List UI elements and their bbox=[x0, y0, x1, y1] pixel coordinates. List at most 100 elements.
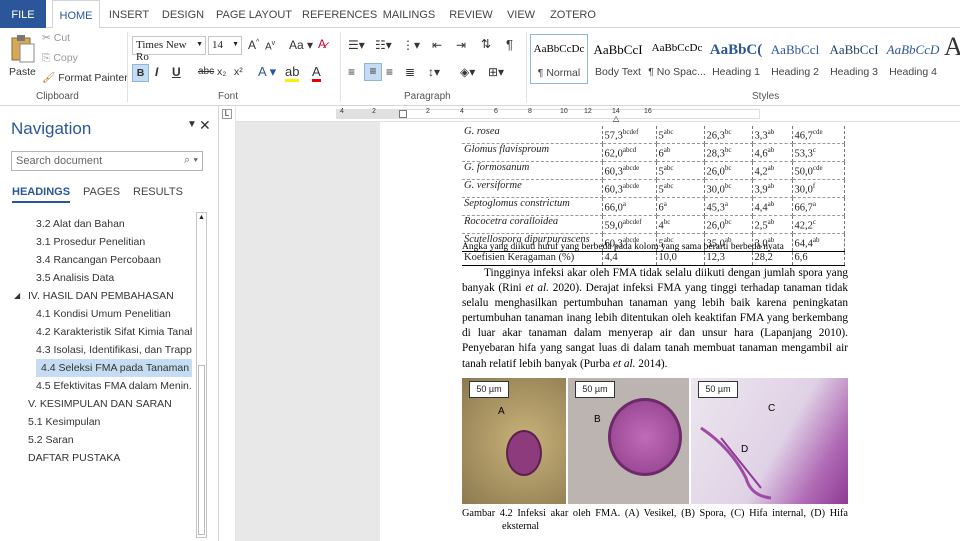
bullets-icon[interactable]: ☰▾ bbox=[348, 38, 365, 52]
hyphae-lines bbox=[700, 426, 772, 500]
nav-heading-item[interactable]: 5.2 Saran bbox=[28, 431, 192, 449]
style-heading-3[interactable]: AaBbCcI Heading 3 bbox=[825, 34, 883, 84]
font-size-box[interactable]: 14 ▼ bbox=[208, 36, 242, 55]
style-body-text[interactable]: AaBbCcI Body Text bbox=[589, 34, 647, 84]
nav-heading-item[interactable]: 3.4 Rancangan Percobaan bbox=[36, 251, 192, 269]
nav-heading-item[interactable]: 4.5 Efektivitas FMA dalam Menin... bbox=[36, 377, 192, 395]
nav-heading-item[interactable]: 4.3 Isolasi, Identifikasi, dan Trappi... bbox=[36, 341, 192, 359]
tab-review[interactable]: REVIEW bbox=[448, 0, 494, 28]
tab-mailings[interactable]: MAILINGS bbox=[380, 0, 438, 28]
nav-heading-item-selected[interactable]: 4.4 Seleksi FMA pada Tanaman Ja... bbox=[36, 359, 192, 377]
nav-heading-item[interactable]: 4.2 Karakteristik Sifat Kimia Tanah bbox=[36, 323, 192, 341]
scroll-thumb[interactable] bbox=[198, 365, 205, 535]
search-input[interactable]: Search document ⌕ ▾ bbox=[11, 151, 203, 171]
nav-heading-item[interactable]: 3.1 Prosedur Penelitian bbox=[36, 233, 192, 251]
font-color-icon[interactable]: A bbox=[312, 64, 321, 82]
tab-home[interactable]: HOME bbox=[52, 0, 100, 29]
style-gallery-overflow[interactable]: A bbox=[944, 32, 960, 62]
strikethrough-button[interactable]: abc bbox=[198, 66, 214, 77]
nav-heading-item[interactable]: IV. HASIL DAN PEMBAHASAN bbox=[28, 287, 192, 305]
close-icon[interactable]: ✕ bbox=[199, 117, 211, 134]
table-cell: G. formosanum bbox=[462, 161, 603, 180]
pane-options-icon[interactable]: ▼ bbox=[187, 119, 197, 130]
align-right-icon[interactable]: ≡ bbox=[386, 65, 393, 79]
table-cell: 42,2c bbox=[792, 215, 845, 234]
style-no-spacing[interactable]: AaBbCcDc ¶ No Spac... bbox=[648, 34, 706, 84]
sort-icon[interactable]: ⇅ bbox=[481, 37, 491, 51]
tab-pages[interactable]: PAGES bbox=[83, 186, 120, 198]
table-cell: 5abc bbox=[656, 161, 705, 180]
tab-insert[interactable]: INSERT bbox=[108, 0, 150, 28]
tab-zotero[interactable]: ZOTERO bbox=[548, 0, 598, 28]
tab-view[interactable]: VIEW bbox=[504, 0, 538, 28]
tab-page-layout[interactable]: PAGE LAYOUT bbox=[216, 0, 292, 28]
cut-button[interactable]: ✂ Cut bbox=[42, 32, 70, 44]
tab-selector-icon[interactable]: L bbox=[222, 109, 232, 119]
multilevel-list-icon[interactable]: ⋮▾ bbox=[402, 38, 420, 52]
shading-icon[interactable]: ◈▾ bbox=[460, 65, 475, 79]
align-center-icon[interactable]: ≡ bbox=[364, 63, 382, 81]
table-note: Angka yang diikuti huruf yang berbeda pa… bbox=[462, 242, 784, 252]
divider bbox=[127, 32, 128, 102]
ruler-tick: 10 bbox=[560, 108, 568, 115]
nav-heading-item[interactable]: 4.1 Kondisi Umum Penelitian bbox=[36, 305, 192, 323]
tab-references[interactable]: REFERENCES bbox=[302, 0, 377, 28]
tab-design[interactable]: DESIGN bbox=[160, 0, 206, 28]
style-name: ¶ Normal bbox=[537, 67, 581, 79]
table-cell: 46,7cde bbox=[792, 126, 845, 144]
numbering-icon[interactable]: ☷▾ bbox=[375, 38, 392, 52]
change-case-button[interactable]: Aa ▾ bbox=[289, 38, 313, 52]
search-icon[interactable]: ⌕ ▾ bbox=[184, 154, 198, 167]
paste-button[interactable]: Paste bbox=[6, 31, 36, 87]
table-row: G. versiforme 60,3abcde 5abc 30,0bc 3,9ab 30,… bbox=[462, 179, 845, 198]
document-page[interactable]: G. rosea 57,3bcdef 5abc 26,3bc 3,3ab 46,7cde G… bbox=[380, 122, 960, 541]
style-preview: AaBbCcDc bbox=[533, 43, 585, 55]
nav-heading-item[interactable]: V. KESIMPULAN DAN SARAN bbox=[28, 395, 192, 413]
collapse-triangle-icon[interactable]: ◢ bbox=[14, 291, 20, 300]
subscript-button[interactable]: x₂ bbox=[217, 66, 226, 78]
superscript-button[interactable]: x² bbox=[234, 66, 243, 78]
scroll-up-icon[interactable]: ▲ bbox=[198, 214, 205, 221]
copy-icon: ⎘ bbox=[42, 52, 51, 64]
bold-button[interactable]: B bbox=[132, 64, 149, 82]
align-left-icon[interactable]: ≡ bbox=[348, 65, 355, 79]
show-formatting-icon[interactable]: ¶ bbox=[506, 37, 513, 52]
table-row: G. rosea 57,3bcdef 5abc 26,3bc 3,3ab 46,7cde bbox=[462, 126, 845, 144]
grow-font-button[interactable]: A^ bbox=[248, 38, 259, 52]
format-painter-button[interactable]: 🖌 Format Painter bbox=[42, 71, 128, 84]
nav-heading-item[interactable]: 5.1 Kesimpulan bbox=[28, 413, 192, 431]
shrink-font-button[interactable]: Av bbox=[265, 40, 275, 52]
line-spacing-icon[interactable]: ↕▾ bbox=[428, 65, 440, 79]
cut-label: Cut bbox=[53, 32, 71, 44]
chevron-down-icon: ▼ bbox=[232, 40, 239, 48]
nav-heading-item[interactable]: 3.2 Alat dan Bahan bbox=[36, 215, 192, 233]
decrease-indent-icon[interactable]: ⇤ bbox=[432, 38, 442, 52]
nav-heading-item[interactable]: 3.5 Analisis Data bbox=[36, 269, 192, 287]
style-normal[interactable]: AaBbCcDc ¶ Normal bbox=[530, 34, 588, 84]
table-cell: 2,5ab bbox=[752, 215, 793, 234]
style-heading-1[interactable]: AaBbC(Heading 1 bbox=[707, 34, 765, 84]
font-name-box[interactable]: Times New Ro ▼ bbox=[132, 36, 206, 63]
table-cell: 26,0bc bbox=[704, 161, 753, 180]
shrink-font-label: A bbox=[265, 41, 272, 53]
divider bbox=[526, 32, 527, 102]
nav-heading-item[interactable]: DAFTAR PUSTAKA bbox=[28, 449, 192, 467]
tab-file[interactable]: FILE bbox=[0, 0, 46, 28]
tab-headings[interactable]: HEADINGS bbox=[12, 186, 71, 203]
clear-formatting-icon[interactable]: A̷ bbox=[318, 37, 326, 51]
underline-button[interactable]: U bbox=[172, 65, 181, 79]
indent-marker[interactable] bbox=[399, 110, 407, 118]
style-heading-4[interactable]: AaBbCcD Heading 4 bbox=[884, 34, 942, 84]
text-effects-icon[interactable]: A ▾ bbox=[258, 64, 276, 80]
copy-button[interactable]: ⎘ Copy bbox=[42, 52, 78, 65]
italic-button[interactable]: I bbox=[155, 65, 158, 79]
tab-results[interactable]: RESULTS bbox=[133, 186, 183, 198]
nav-scrollbar[interactable]: ▲ bbox=[196, 212, 207, 538]
table-cell: 64,4ab bbox=[792, 233, 845, 252]
borders-icon[interactable]: ⊞▾ bbox=[488, 65, 504, 79]
text-run: et al. bbox=[525, 282, 549, 295]
style-heading-2[interactable]: AaBbCcl Heading 2 bbox=[766, 34, 824, 84]
justify-icon[interactable]: ≣ bbox=[405, 65, 415, 79]
highlight-icon[interactable]: ab bbox=[285, 64, 300, 82]
increase-indent-icon[interactable]: ⇥ bbox=[456, 38, 466, 52]
